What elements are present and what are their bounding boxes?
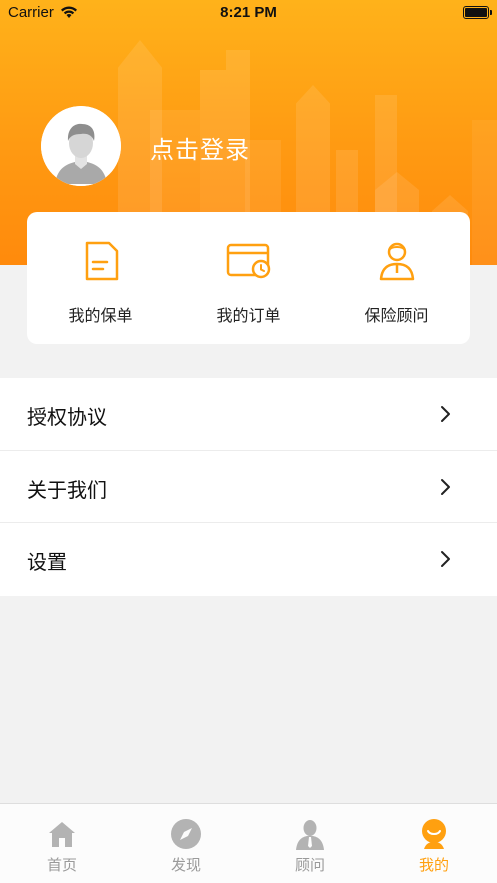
tab-mine[interactable]: 我的 (372, 804, 496, 883)
tab-label: 首页 (46, 857, 77, 874)
tab-label: 发现 (170, 857, 201, 874)
my-orders-button[interactable]: 我的订单 (175, 212, 322, 344)
my-profile-icon (422, 819, 446, 849)
menu-item-authorization-agreement[interactable]: 授权协议 (0, 378, 497, 451)
avatar[interactable] (41, 106, 121, 186)
chevron-right-icon (441, 478, 450, 495)
tab-label: 我的 (418, 857, 449, 874)
compass-icon (171, 819, 201, 849)
advisor-person-icon (379, 242, 414, 281)
tab-advisor[interactable]: 顾问 (248, 804, 372, 883)
building-decoration (472, 120, 497, 265)
status-bar: Carrier 8:21 PM (0, 0, 497, 26)
chevron-right-icon (441, 551, 450, 567)
home-icon (49, 822, 75, 847)
quick-action-label: 我的订单 (216, 308, 281, 325)
quick-action-label: 我的保单 (68, 308, 133, 325)
battery-icon (463, 6, 492, 19)
advisor-icon (296, 820, 324, 850)
tab-home[interactable]: 首页 (0, 804, 124, 883)
menu-item-label: 关于我们 (27, 479, 107, 502)
chevron-right-icon (441, 406, 450, 422)
tab-bar: 首页 发现 顾问 我的 (0, 803, 497, 883)
menu-item-settings[interactable]: 设置 (0, 523, 497, 596)
tab-label: 顾问 (294, 857, 325, 874)
clock: 8:21 PM (220, 4, 277, 21)
menu-item-label: 设置 (27, 552, 67, 574)
quick-action-label: 保险顾问 (364, 308, 429, 325)
order-card-icon (226, 243, 270, 279)
menu-item-label: 授权协议 (27, 407, 107, 429)
login-link[interactable]: 点击登录 (150, 130, 250, 165)
insurance-advisor-button[interactable]: 保险顾问 (323, 212, 470, 344)
menu-item-about-us[interactable]: 关于我们 (0, 451, 497, 523)
tab-discover[interactable]: 发现 (124, 804, 248, 883)
quick-actions-card: 我的保单 我的订单 保险顾问 (27, 212, 470, 344)
my-policies-button[interactable]: 我的保单 (27, 212, 174, 344)
policy-document-icon (85, 241, 118, 281)
default-user-icon (41, 106, 121, 186)
settings-menu: 授权协议 关于我们 设置 (0, 378, 497, 596)
